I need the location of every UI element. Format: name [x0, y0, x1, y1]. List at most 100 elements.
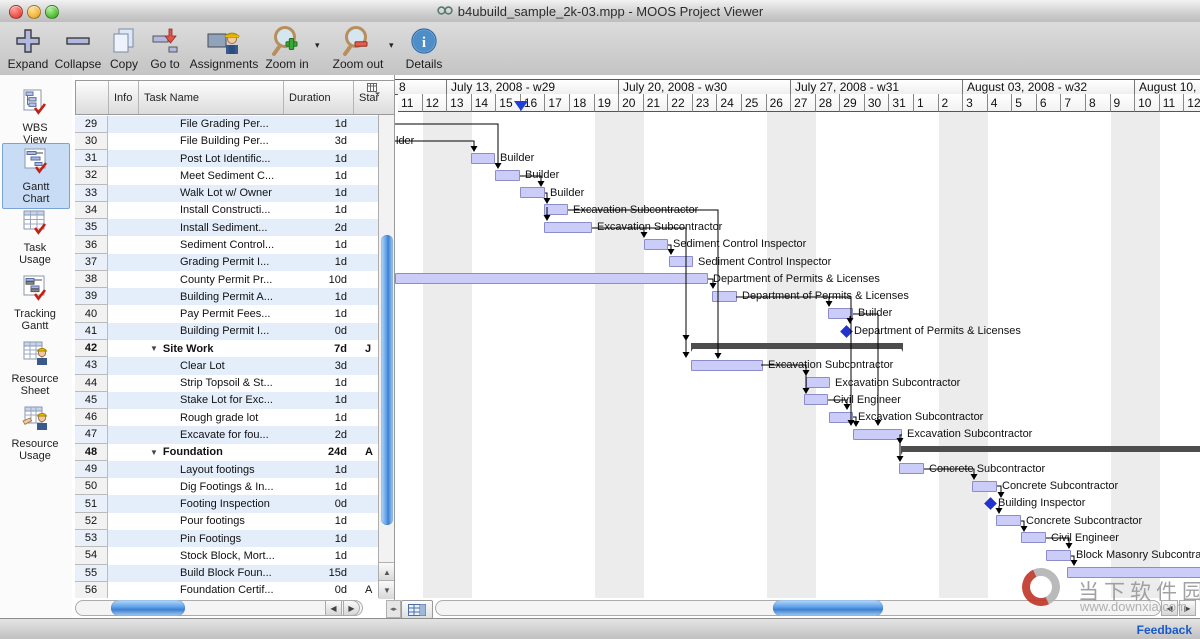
pane-splitter-handle[interactable]: ◂▸	[386, 600, 401, 618]
table-row[interactable]: 37Grading Permit I...1d	[75, 254, 378, 271]
timeline-day-label: 6	[1037, 94, 1062, 112]
timeline-day-label: 5	[1012, 94, 1037, 112]
cell-duration: 1d	[283, 185, 353, 202]
table-row[interactable]: 54Stock Block, Mort...1d	[75, 547, 378, 564]
table-scroll-left-arrow[interactable]: ◀	[325, 600, 342, 616]
timeline-day-label: 12	[423, 94, 448, 112]
chart-scroll-left-arrow[interactable]: ◀	[1161, 600, 1178, 616]
column-header-info[interactable]: Info	[109, 81, 139, 114]
column-header-task-name[interactable]: Task Name	[139, 81, 284, 114]
collapse-icon	[63, 25, 93, 57]
table-scroll-right-arrow[interactable]: ▶	[343, 600, 360, 616]
sidebar-item-resource-usage[interactable]: ResourceUsage	[2, 401, 68, 460]
table-row[interactable]: 32Meet Sediment C...1d	[75, 167, 378, 184]
table-row[interactable]: 40Pay Permit Fees...1d	[75, 305, 378, 322]
chart-horizontal-scrollbar[interactable]: ◀ ▶	[395, 598, 1200, 618]
cell-task-name: Pay Permit Fees...	[138, 305, 283, 322]
details-button[interactable]: iDetails	[398, 25, 450, 73]
zoom-in-dropdown-arrow-icon[interactable]: ▾	[315, 40, 320, 51]
sidebar-item-tracking-gantt[interactable]: TrackingGantt	[2, 271, 68, 330]
table-row[interactable]: 47Excavate for fou...2d	[75, 426, 378, 443]
task-usage-icon	[22, 209, 48, 240]
expand-button[interactable]: Expand	[4, 25, 52, 73]
timeline-day-label: 19	[595, 94, 620, 112]
zoom-out-dropdown-arrow-icon[interactable]: ▾	[389, 40, 394, 51]
cell-start	[353, 323, 378, 340]
sidebar-item-task-usage[interactable]: TaskUsage	[2, 205, 68, 264]
cell-start	[353, 392, 378, 409]
scroll-down-arrow[interactable]: ▼	[379, 580, 394, 599]
cell-task-name: Footing Inspection	[138, 495, 283, 512]
scroll-up-arrow[interactable]: ▲	[379, 562, 394, 581]
table-row[interactable]: 30File Building Per...3d	[75, 133, 378, 150]
row-number: 30	[75, 133, 108, 150]
timeline-day-label: 30	[865, 94, 890, 112]
cell-duration: 1d	[283, 236, 353, 253]
table-row[interactable]: 45Stake Lot for Exc...1d	[75, 392, 378, 409]
cell-duration: 1d	[283, 513, 353, 530]
table-horizontal-scrollbar[interactable]: ◀ ▶	[75, 598, 375, 618]
feedback-link[interactable]: Feedback	[1137, 623, 1192, 637]
table-row[interactable]: 34Install Constructi...1d	[75, 202, 378, 219]
table-vertical-scrollbar[interactable]: ▲ ▼	[378, 115, 394, 598]
sidebar-item-resource-sheet[interactable]: ResourceSheet	[2, 336, 68, 395]
cell-task-name: Foundation Certif...	[138, 582, 283, 598]
cell-start	[353, 409, 378, 426]
table-row[interactable]: 53Pin Footings1d	[75, 530, 378, 547]
document-proxy-icon	[437, 4, 453, 19]
expand-icon	[13, 25, 43, 57]
table-row[interactable]: 33Walk Lot w/ Owner1d	[75, 185, 378, 202]
cell-start	[353, 185, 378, 202]
timeline-day-label: 1	[914, 94, 939, 112]
table-row[interactable]: 48▼Foundation24dA	[75, 444, 378, 461]
status-bar: Feedback	[0, 618, 1200, 639]
chart-horizontal-scrollbar-thumb[interactable]	[773, 600, 883, 616]
table-row[interactable]: 29File Grading Per...1d	[75, 116, 378, 133]
row-number: 40	[75, 305, 108, 322]
show-table-button[interactable]	[401, 600, 433, 618]
table-row[interactable]: 51Footing Inspection0d	[75, 495, 378, 512]
table-row[interactable]: 36Sediment Control...1d	[75, 236, 378, 253]
column-header-duration[interactable]: Duration	[284, 81, 354, 114]
table-vertical-scrollbar-thumb[interactable]	[381, 235, 393, 525]
timeline-day-label: 13	[447, 94, 472, 112]
zoom-in-button[interactable]: Zoom in	[261, 25, 313, 73]
table-horizontal-scrollbar-thumb[interactable]	[111, 600, 185, 616]
table-row[interactable]: 39Building Permit A...1d	[75, 288, 378, 305]
sidebar-item-wbs-view[interactable]: WBSView	[2, 85, 68, 144]
assignments-icon	[207, 25, 241, 57]
table-row[interactable]: 56Foundation Certif...0dA	[75, 582, 378, 598]
collapse-triangle-icon[interactable]: ▼	[150, 448, 158, 457]
row-number: 47	[75, 426, 108, 443]
column-chooser-icon[interactable]	[367, 82, 380, 100]
table-row[interactable]: 43Clear Lot3d	[75, 357, 378, 374]
timeline-day-label: 2	[939, 94, 964, 112]
table-row[interactable]: 42▼Site Work7dJ	[75, 340, 378, 357]
collapse-triangle-icon[interactable]: ▼	[150, 344, 158, 353]
table-row[interactable]: 46Rough grade lot1d	[75, 409, 378, 426]
timeline-day-label: 4	[988, 94, 1013, 112]
table-row[interactable]: 31Post Lot Identific...1d	[75, 150, 378, 167]
table-row[interactable]: 52Pour footings1d	[75, 513, 378, 530]
chart-scroll-right-arrow[interactable]: ▶	[1179, 600, 1196, 616]
copy-button[interactable]: Copy	[103, 25, 145, 73]
zoom-out-button[interactable]: Zoom out	[329, 25, 387, 73]
collapse-button[interactable]: Collapse	[52, 25, 104, 73]
cell-task-name: Install Constructi...	[138, 202, 283, 219]
goto-button[interactable]: Go to	[144, 25, 186, 73]
assignments-button[interactable]: Assignments	[187, 25, 261, 73]
table-row[interactable]: 55Build Block Foun...15d	[75, 565, 378, 582]
timeline-day-label: 20	[619, 94, 644, 112]
table-row[interactable]: 38County Permit Pr...10d	[75, 271, 378, 288]
toolbar-button-label: Copy	[110, 57, 138, 71]
table-row[interactable]: 50Dig Footings & In...1d	[75, 478, 378, 495]
table-row[interactable]: 44Strip Topsoil & St...1d	[75, 375, 378, 392]
cell-info	[108, 461, 138, 478]
cell-info	[108, 426, 138, 443]
timeline-day-label: 8	[1086, 94, 1111, 112]
table-row[interactable]: 41Building Permit I...0d	[75, 323, 378, 340]
cell-info	[108, 167, 138, 184]
sidebar-item-gantt-chart[interactable]: GanttChart	[2, 143, 70, 209]
table-row[interactable]: 49Layout footings1d	[75, 461, 378, 478]
table-row[interactable]: 35Install Sediment...2d	[75, 219, 378, 236]
